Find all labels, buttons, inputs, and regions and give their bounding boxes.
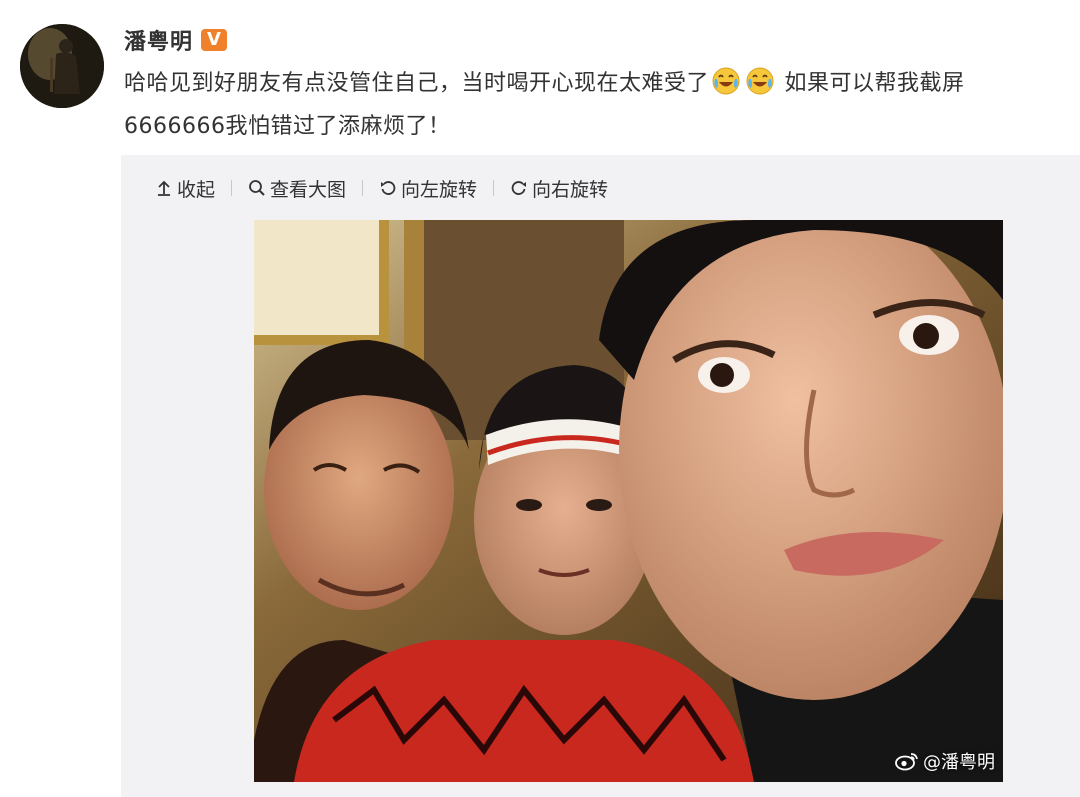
rotate-right-label: 向右旋转 [532, 178, 609, 201]
media-toolbar: 收起 查看大图 向左旋转 向右旋转 [155, 173, 608, 203]
view-large-button[interactable]: 查看大图 [248, 175, 346, 202]
search-icon [249, 180, 265, 196]
photo-watermark: @潘粤明 [895, 748, 995, 774]
view-large-label: 查看大图 [270, 178, 347, 201]
username-link[interactable]: 潘粤明 [124, 24, 193, 56]
collapse-label: 收起 [177, 178, 216, 201]
collapse-button[interactable]: 收起 [155, 175, 215, 202]
rotate-left-label: 向左旋转 [401, 178, 478, 201]
post-photo[interactable]: @潘粤明 [254, 220, 1003, 782]
rotate-left-button[interactable]: 向左旋转 [379, 175, 477, 202]
toolbar-divider [231, 180, 233, 196]
watermark-text: @潘粤明 [923, 752, 995, 773]
crying-laughing-emoji-icon [711, 66, 741, 96]
post-text: 哈哈见到好朋友有点没管住自己，当时喝开心现在太难受了 如果可以帮我截屏66666… [124, 62, 1064, 148]
verified-badge-icon: V [201, 29, 228, 51]
toolbar-divider [493, 180, 495, 196]
toolbar-divider [362, 180, 364, 196]
rotate-right-icon [511, 181, 527, 195]
weibo-logo-icon [895, 753, 918, 771]
rotate-right-button[interactable]: 向右旋转 [510, 175, 608, 202]
collapse-up-icon [158, 180, 170, 196]
rotate-left-icon [381, 181, 396, 195]
avatar[interactable] [20, 24, 104, 108]
post-text-part-1: 哈哈见到好朋友有点没管住自己，当时喝开心现在太难受了 [124, 71, 710, 96]
crying-laughing-emoji-icon [745, 66, 775, 96]
media-viewer: 收起 查看大图 向左旋转 向右旋转 @潘粤明 [121, 155, 1080, 797]
user-header: 潘粤明 V [124, 24, 228, 56]
